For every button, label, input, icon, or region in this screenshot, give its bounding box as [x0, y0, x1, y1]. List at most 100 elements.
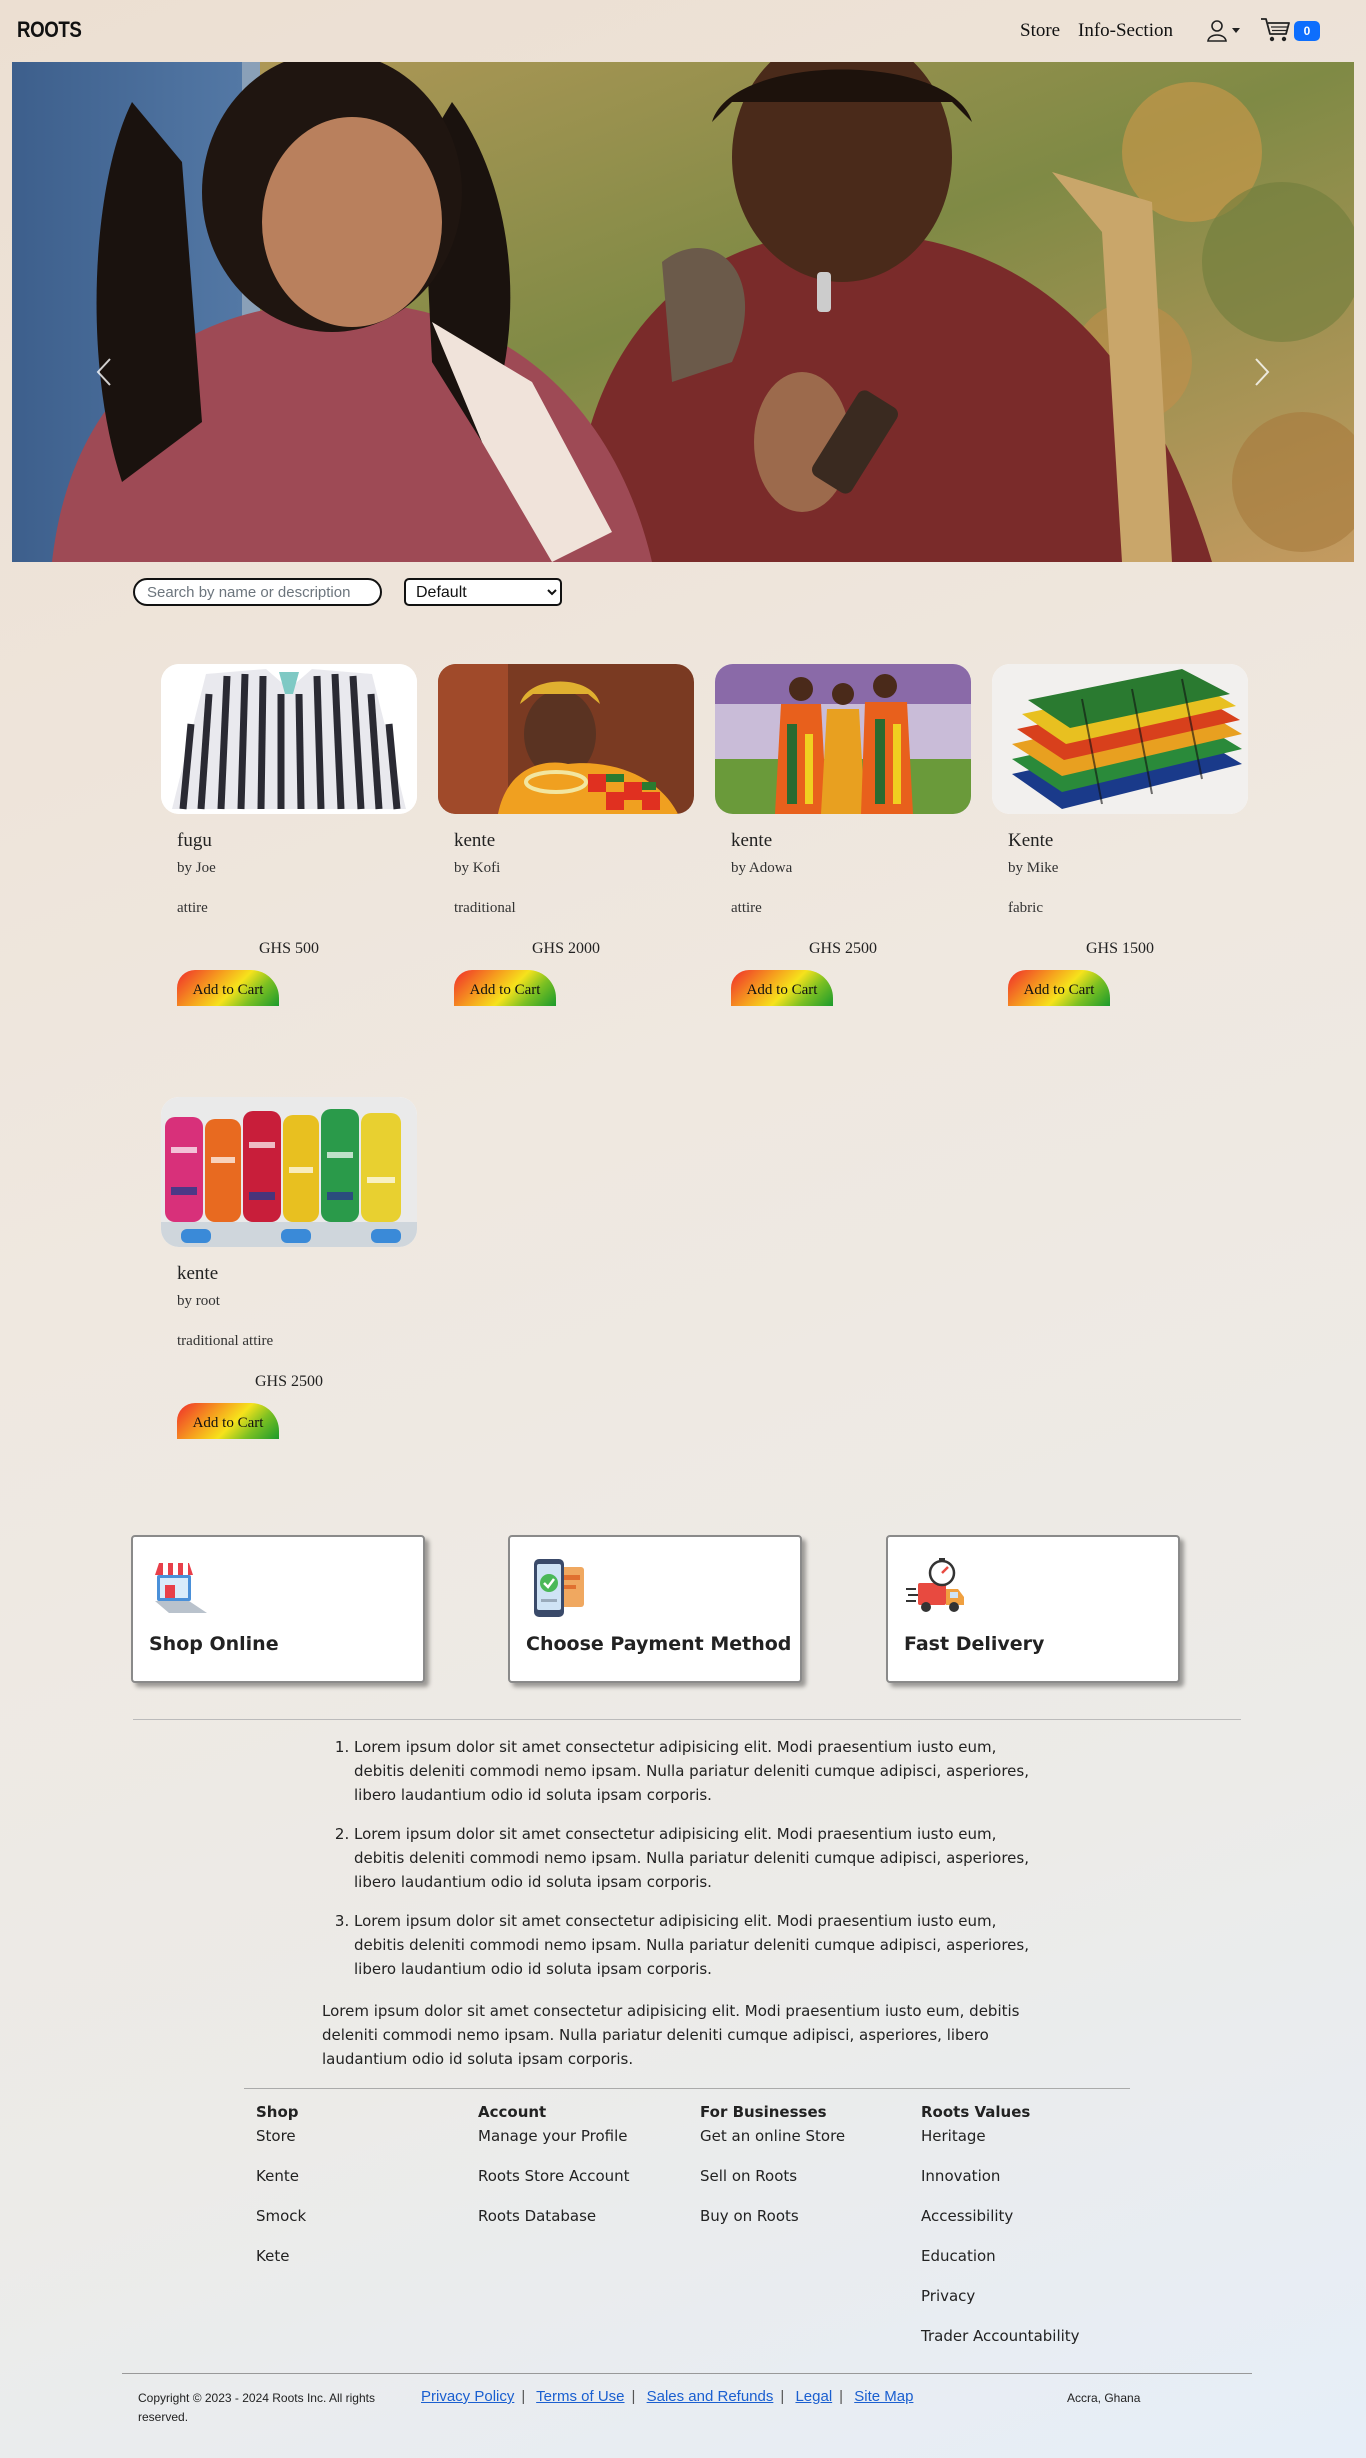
product-card: kente by root traditional attire GHS 250…	[161, 1097, 417, 1439]
product-category: traditional	[454, 900, 516, 916]
delivery-truck-icon	[906, 1558, 964, 1612]
product-name: fugu	[177, 830, 212, 851]
sort-select[interactable]: Default	[404, 578, 562, 606]
product-image-kente-kofi[interactable]	[438, 664, 694, 814]
product-card: kente by Adowa attire GHS 2500 Add to Ca…	[715, 664, 971, 1006]
footer-column-businesses: For Businesses Get an online Store Sell …	[700, 2103, 845, 2247]
cart-count-badge: 0	[1294, 21, 1320, 41]
feature-card-shop-online: Shop Online	[131, 1535, 425, 1683]
product-name: kente	[454, 830, 496, 851]
hero-carousel	[12, 62, 1354, 562]
add-to-cart-button[interactable]: Add to Cart	[1008, 970, 1110, 1006]
footer-link[interactable]: Kete	[256, 2247, 306, 2287]
footer-link[interactable]: Buy on Roots	[700, 2207, 845, 2247]
product-category: fabric	[1008, 900, 1043, 916]
privacy-policy-link[interactable]: Privacy Policy	[421, 2388, 514, 2405]
info-paragraph: Lorem ipsum dolor sit amet consectetur a…	[322, 2002, 1020, 2068]
product-image-kente-mike[interactable]	[992, 664, 1248, 814]
chevron-left-icon	[96, 358, 111, 386]
product-category: attire	[177, 900, 208, 916]
hero-image	[12, 62, 1354, 562]
product-image-kente-adowa[interactable]	[715, 664, 971, 814]
product-image-kente-root[interactable]	[161, 1097, 417, 1247]
cart-icon	[1261, 18, 1290, 42]
product-card: Kente by Mike fabric GHS 1500 Add to Car…	[992, 664, 1248, 1006]
feature-title: Fast Delivery	[904, 1633, 1045, 1655]
product-price: GHS 500	[258, 940, 319, 957]
search-input[interactable]	[133, 578, 382, 606]
user-icon	[1207, 20, 1240, 42]
nav-link-info-section[interactable]: Info-Section	[1078, 20, 1173, 42]
footer-link[interactable]: Store	[256, 2127, 306, 2167]
terms-of-use-link[interactable]: Terms of Use	[536, 2388, 624, 2405]
feature-card-payment-method: Choose Payment Method	[508, 1535, 802, 1683]
info-list-item: Lorem ipsum dolor sit amet consectetur a…	[354, 1909, 1042, 1981]
section-divider	[133, 1719, 1241, 1720]
product-seller: by Joe	[177, 860, 216, 876]
phone-payment-icon	[534, 1559, 584, 1617]
product-price: GHS 2000	[531, 940, 600, 957]
footer-link[interactable]: Roots Database	[478, 2207, 630, 2247]
cart-button[interactable]: 0	[1260, 16, 1322, 44]
shop-laptop-icon	[155, 1563, 207, 1613]
footer-heading: Roots Values	[921, 2103, 1031, 2121]
product-price: GHS 2500	[254, 1373, 323, 1390]
legal-links: Privacy Policy | Terms of Use | Sales and …	[421, 2388, 914, 2405]
footer-column-account: Account Manage your Profile Roots Store …	[478, 2103, 630, 2247]
product-card: kente by Kofi traditional GHS 2000 Add t…	[438, 664, 694, 1006]
footer-link[interactable]: Education	[921, 2247, 1080, 2287]
product-price: GHS 2500	[808, 940, 877, 957]
product-name: kente	[177, 1263, 219, 1284]
caret-down-icon	[1232, 28, 1240, 33]
add-to-cart-button[interactable]: Add to Cart	[177, 970, 279, 1006]
nav-link-store[interactable]: Store	[1020, 20, 1060, 42]
sales-refunds-link[interactable]: Sales and Refunds	[647, 2388, 774, 2405]
product-seller: by root	[177, 1293, 220, 1309]
legal-link[interactable]: Legal	[795, 2388, 832, 2405]
user-menu-dropdown[interactable]	[1206, 18, 1246, 44]
info-list: Lorem ipsum dolor sit amet consectetur a…	[322, 1735, 1042, 1996]
info-list-item: Lorem ipsum dolor sit amet consectetur a…	[354, 1735, 1042, 1807]
footer-link[interactable]: Kente	[256, 2167, 306, 2207]
footer-link[interactable]: Innovation	[921, 2167, 1080, 2207]
footer-heading: Shop	[256, 2103, 299, 2121]
footer-link[interactable]: Sell on Roots	[700, 2167, 845, 2207]
product-image-fugu[interactable]	[161, 664, 417, 814]
add-to-cart-button[interactable]: Add to Cart	[177, 1403, 279, 1439]
footer-link[interactable]: Roots Store Account	[478, 2167, 630, 2207]
footer-link[interactable]: Privacy	[921, 2287, 1080, 2327]
footer-bottom-divider	[122, 2373, 1252, 2374]
footer-link[interactable]: Accessibility	[921, 2207, 1080, 2247]
product-seller: by Adowa	[731, 860, 793, 876]
feature-title: Choose Payment Method	[526, 1633, 792, 1655]
brand-logo[interactable]: ROOTS	[17, 17, 82, 43]
site-map-link[interactable]: Site Map	[854, 2388, 913, 2405]
footer-link[interactable]: Trader Accountability	[921, 2327, 1080, 2367]
copyright-text: Copyright © 2023 - 2024 Roots Inc. All r…	[138, 2391, 375, 2424]
location-text: Accra, Ghana	[1067, 2391, 1141, 2405]
footer-link[interactable]: Heritage	[921, 2127, 1080, 2167]
footer-heading: Account	[478, 2103, 547, 2121]
feature-card-fast-delivery: Fast Delivery	[886, 1535, 1180, 1683]
feature-title: Shop Online	[149, 1633, 279, 1655]
product-card: fugu by Joe attire GHS 500 Add to Cart	[161, 664, 417, 1006]
navbar: ROOTS Store Info-Section 0	[0, 0, 1366, 62]
product-name: kente	[731, 830, 773, 851]
product-seller: by Kofi	[454, 860, 501, 876]
chevron-right-icon	[1255, 358, 1270, 386]
add-to-cart-button[interactable]: Add to Cart	[454, 970, 556, 1006]
product-category: attire	[731, 900, 762, 916]
footer-column-shop: Shop Store Kente Smock Kete	[256, 2103, 306, 2287]
footer-column-values: Roots Values Heritage Innovation Accessi…	[921, 2103, 1080, 2367]
footer-divider	[244, 2088, 1130, 2089]
product-seller: by Mike	[1008, 860, 1059, 876]
product-price: GHS 1500	[1085, 940, 1154, 957]
product-category: traditional attire	[177, 1333, 274, 1349]
product-name: Kente	[1008, 830, 1054, 851]
footer-link[interactable]: Manage your Profile	[478, 2127, 630, 2167]
footer-link[interactable]: Get an online Store	[700, 2127, 845, 2167]
carousel-next-button[interactable]	[1242, 342, 1282, 402]
footer-link[interactable]: Smock	[256, 2207, 306, 2247]
carousel-prev-button[interactable]	[84, 342, 124, 402]
add-to-cart-button[interactable]: Add to Cart	[731, 970, 833, 1006]
